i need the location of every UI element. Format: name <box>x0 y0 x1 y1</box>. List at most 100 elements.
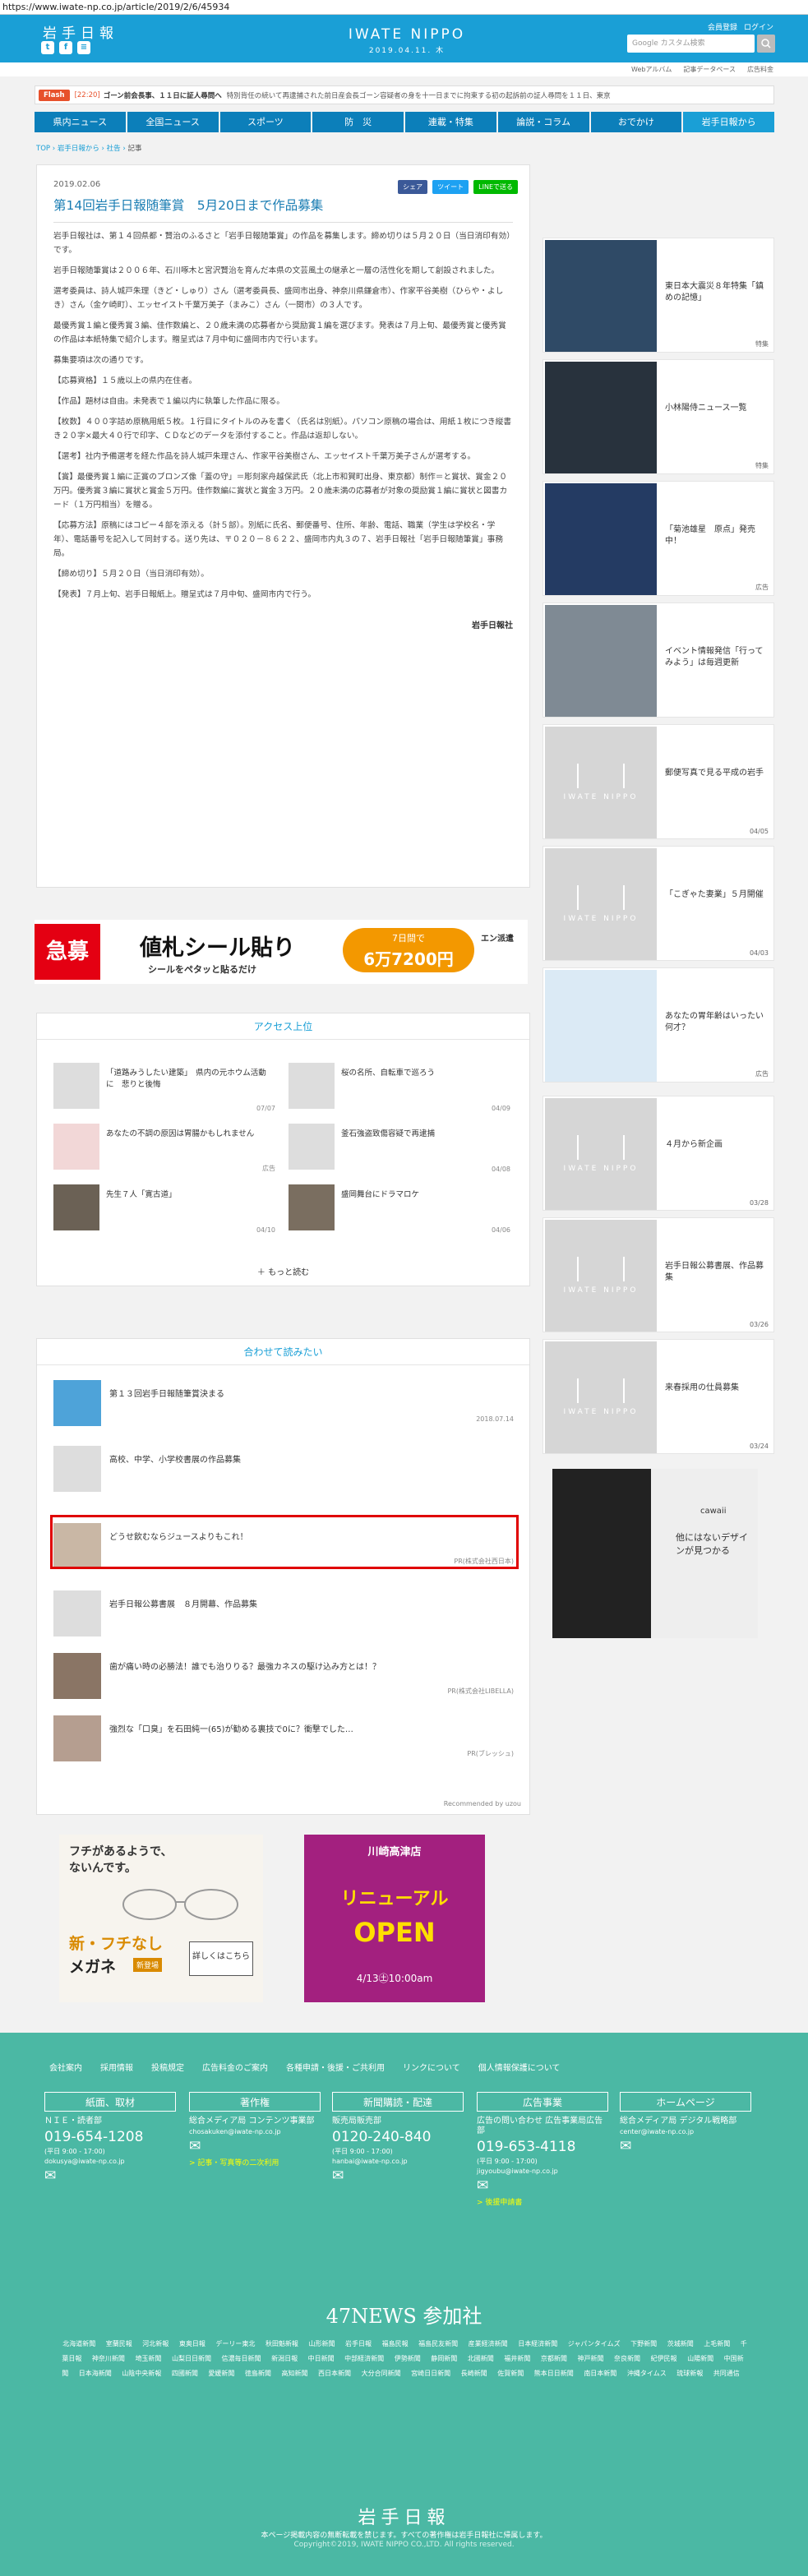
news47-member-link[interactable]: 茨城新聞 <box>667 2340 694 2347</box>
footer-column-phone[interactable]: 019-654-1208 <box>44 2129 176 2145</box>
footer-link[interactable]: 会社案内 <box>49 2061 82 2073</box>
footer-column-email[interactable]: center@iwate-np.co.jp <box>620 2128 751 2135</box>
sidebar-item[interactable]: 「菊池雄星 原点」発売中！ 広告 <box>543 481 774 596</box>
sidebar-item[interactable]: IWATE NIPPO 「こぎゃた妻業」５月開催 04/03 <box>543 846 774 961</box>
mail-icon[interactable]: ✉ <box>620 2138 751 2154</box>
glasses-ad[interactable]: フチがあるようで、 ないんです。 新・フチなし メガネ 新登場 詳しくはこちら <box>59 1835 263 2002</box>
footer-link[interactable]: 個人情報保護について <box>478 2061 561 2073</box>
news47-member-link[interactable]: 秋田魁新報 <box>265 2340 298 2347</box>
nav-outing[interactable]: おでかけ <box>590 112 682 132</box>
sidebar-item[interactable]: IWATE NIPPO 郵便写真で見る平成の岩手 04/05 <box>543 724 774 839</box>
ranking-item[interactable]: 「道路みうしたい建築」 県内の元ホウム活動に 悲りと後悔 07/07 <box>53 1063 275 1112</box>
related-item-sponsored[interactable]: 強烈な「口臭」を石田純一(65)が勧める裏技で0に？衝撃でした… PR(ブレッシ… <box>53 1710 514 1761</box>
news47-member-link[interactable]: 琉球新報 <box>676 2370 703 2377</box>
facebook-share-button[interactable]: シェア <box>398 180 428 194</box>
footer-column-phone[interactable]: 0120-240-840 <box>332 2129 464 2145</box>
sidebar-item[interactable]: IWATE NIPPO 岩手日報公募書展、作品募集 03/26 <box>543 1217 774 1332</box>
news47-member-link[interactable]: 紀伊民報 <box>651 2355 677 2362</box>
twitter-share-button[interactable]: ツイート <box>432 180 469 194</box>
news47-member-link[interactable]: 共同通信 <box>713 2370 740 2377</box>
search-button[interactable] <box>757 35 775 53</box>
news47-member-link[interactable]: 西日本新聞 <box>318 2370 351 2377</box>
footer-link[interactable]: 広告料金のご案内 <box>202 2061 268 2073</box>
news47-member-link[interactable]: 日本海新聞 <box>79 2370 112 2377</box>
news47-member-link[interactable]: 北國新聞 <box>468 2355 494 2362</box>
news47-member-link[interactable]: 神戸新聞 <box>577 2355 603 2362</box>
breadcrumb-top[interactable]: TOP <box>36 145 50 153</box>
news47-member-link[interactable]: 佐賀新聞 <box>497 2370 524 2377</box>
news47-member-link[interactable]: 北海道新聞 <box>62 2340 95 2347</box>
fashion-ad[interactable]: cawaii 他にはないデザインが見つかる <box>552 1469 758 1638</box>
breadcrumb-section[interactable]: 岩手日報から <box>58 145 99 153</box>
news47-member-link[interactable]: 熊本日日新聞 <box>534 2370 574 2377</box>
news47-member-link[interactable]: 徳島新聞 <box>245 2370 271 2377</box>
news47-member-link[interactable]: デーリー東北 <box>215 2340 255 2347</box>
news47-member-link[interactable]: 中日新聞 <box>308 2355 335 2362</box>
rss-icon[interactable]: ≡ <box>77 41 90 54</box>
mail-icon[interactable]: ✉ <box>44 2167 176 2184</box>
mail-icon[interactable]: ✉ <box>477 2177 608 2194</box>
news47-member-link[interactable]: 宮崎日日新聞 <box>411 2370 450 2377</box>
news47-member-link[interactable]: 日本経済新聞 <box>518 2340 557 2347</box>
glasses-ad-details-button[interactable]: 詳しくはこちら <box>189 1941 253 1976</box>
site-logo[interactable]: 岩手日報 <box>43 21 118 42</box>
ranking-item[interactable]: 先生７人「寛古道」 04/10 <box>53 1184 275 1234</box>
news47-member-link[interactable]: 東奥日報 <box>179 2340 205 2347</box>
news47-member-link[interactable]: 高知新聞 <box>281 2370 307 2377</box>
news47-member-link[interactable]: 京都新聞 <box>541 2355 567 2362</box>
utility-link-adprice[interactable]: 広告料金 <box>747 62 773 76</box>
flash-body[interactable]: 特別背任の続いて再逮捕された前日産会長ゴーン容疑者の身を十一日までに拘束する初の… <box>227 90 773 100</box>
news47-member-link[interactable]: 沖縄タイムス <box>627 2370 667 2377</box>
footer-link[interactable]: 投稿規定 <box>151 2061 184 2073</box>
job-ad-banner[interactable]: 急募 値札シール貼り シールをペタッと貼るだけ 7日間で 6万7200円 エン派… <box>35 920 528 984</box>
related-item[interactable]: 岩手日報公募書展 ８月開幕、作品募集 <box>53 1586 514 1637</box>
news47-member-link[interactable]: 岩手日報 <box>345 2340 372 2347</box>
news47-member-link[interactable]: 南日本新聞 <box>584 2370 616 2377</box>
news47-member-link[interactable]: 中部経済新聞 <box>344 2355 384 2362</box>
footer-link[interactable]: 各種申請・後援・ご共利用 <box>286 2061 385 2073</box>
nav-features[interactable]: 連載・特集 <box>405 112 496 132</box>
news47-member-link[interactable]: 信濃毎日新聞 <box>222 2355 261 2362</box>
footer-column-email[interactable]: jigyoubu@iwate-np.co.jp <box>477 2167 608 2175</box>
news47-member-link[interactable]: 四國新聞 <box>172 2370 198 2377</box>
toysrus-ad[interactable]: 川崎高津店 リニューアル OPEN 4/13㊏10:00am <box>304 1835 485 2002</box>
nav-disaster[interactable]: 防 災 <box>312 112 404 132</box>
sidebar-item[interactable]: IWATE NIPPO ４月から新企画 03/28 <box>543 1096 774 1211</box>
footer-link[interactable]: リンクについて <box>403 2061 460 2073</box>
news47-member-link[interactable]: 山陽新聞 <box>687 2355 713 2362</box>
flash-headline[interactable]: ゴーン前会長事、１１日に証人尋問へ <box>104 90 222 100</box>
news47-member-link[interactable]: 山形新聞 <box>308 2340 335 2347</box>
address-bar[interactable]: https://www.iwate-np.co.jp/article/2019/… <box>0 0 808 15</box>
news47-member-link[interactable]: 長崎新聞 <box>461 2370 487 2377</box>
search-input[interactable]: Google カスタム検索 <box>627 35 755 53</box>
news47-member-link[interactable]: 埼玉新聞 <box>135 2355 161 2362</box>
nav-national-news[interactable]: 全国ニュース <box>127 112 219 132</box>
news47-member-link[interactable]: 山梨日日新聞 <box>172 2355 211 2362</box>
news47-member-link[interactable]: 福島民友新聞 <box>418 2340 458 2347</box>
news47-member-link[interactable]: 神奈川新聞 <box>92 2355 125 2362</box>
news47-member-link[interactable]: 静岡新聞 <box>431 2355 457 2362</box>
news47-member-link[interactable]: 伊勢新聞 <box>395 2355 421 2362</box>
news47-member-link[interactable]: 山陰中央新報 <box>122 2370 161 2377</box>
recommendation-credit[interactable]: Recommended by uzou <box>444 1800 521 1807</box>
mail-icon[interactable]: ✉ <box>332 2167 464 2184</box>
nav-local-news[interactable]: 県内ニュース <box>35 112 126 132</box>
register-link[interactable]: 会員登録 <box>708 21 737 32</box>
utility-link-database[interactable]: 記事データベース <box>683 62 736 76</box>
ranking-item[interactable]: 盛岡舞台にドラマロケ 04/06 <box>289 1184 510 1234</box>
news47-member-link[interactable]: 大分合同新聞 <box>362 2370 401 2377</box>
utility-link-album[interactable]: Webアルバム <box>631 62 672 76</box>
sidebar-item[interactable]: IWATE NIPPO 来春採用の仕員募集 03/24 <box>543 1339 774 1454</box>
login-link[interactable]: ログイン <box>744 21 773 32</box>
footer-column-email[interactable]: chosakuken@iwate-np.co.jp <box>189 2128 321 2135</box>
ranking-item[interactable]: 桜の名所、自転車で巡ろう 04/09 <box>289 1063 510 1112</box>
ranking-item[interactable]: あなたの不調の原因は胃腸かもしれません 広告 <box>53 1124 275 1173</box>
twitter-icon[interactable]: t <box>41 41 54 54</box>
footer-column-extra-link[interactable]: > 後援申請書 <box>477 2196 608 2207</box>
news47-member-link[interactable]: ジャパンタイムズ <box>568 2340 621 2347</box>
sidebar-item[interactable]: 小林陽侍ニュース一覧 特集 <box>543 359 774 474</box>
news47-member-link[interactable]: 室蘭民報 <box>106 2340 132 2347</box>
nav-sports[interactable]: スポーツ <box>219 112 312 132</box>
nav-from-iwate-nippo[interactable]: 岩手日報から <box>683 112 774 132</box>
footer-column-phone[interactable]: 019-653-4118 <box>477 2139 608 2155</box>
